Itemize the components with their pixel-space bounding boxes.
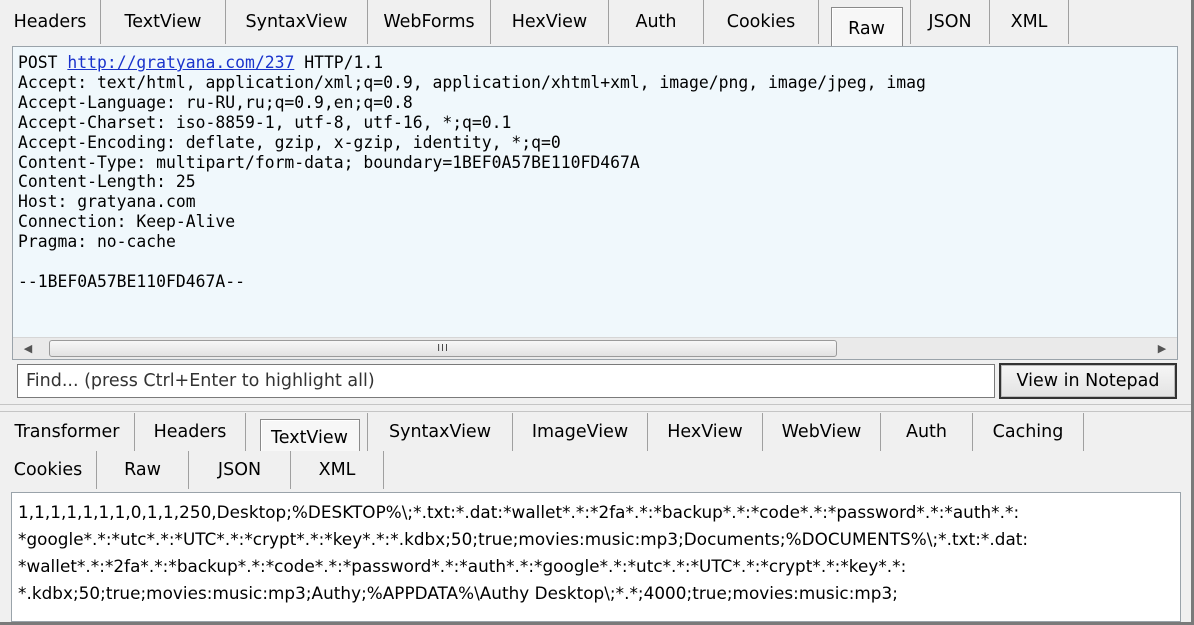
tab-response-raw[interactable]: Raw bbox=[97, 451, 189, 489]
tab-raw-wrapper: Raw bbox=[819, 0, 911, 51]
view-in-notepad-button[interactable]: View in Notepad bbox=[999, 363, 1177, 399]
tab-response-imageview[interactable]: ImageView bbox=[513, 413, 648, 451]
tab-response-xml[interactable]: XML bbox=[291, 451, 384, 489]
response-tab-strip-row-1: Transformer Headers TextView SyntaxView … bbox=[0, 413, 1194, 457]
tab-response-caching[interactable]: Caching bbox=[973, 413, 1084, 451]
request-tab-strip: Headers TextView SyntaxView WebForms Hex… bbox=[0, 0, 1194, 51]
tab-response-textview-wrapper: TextView bbox=[246, 413, 368, 457]
tab-response-json[interactable]: JSON bbox=[189, 451, 291, 489]
tab-auth[interactable]: Auth bbox=[609, 0, 704, 44]
tab-response-auth[interactable]: Auth bbox=[881, 413, 973, 451]
header-line: Content-Length: 25 bbox=[18, 172, 196, 192]
header-line: Content-Type: multipart/form-data; bound… bbox=[18, 152, 640, 172]
header-line: Pragma: no-cache bbox=[18, 232, 176, 252]
tab-textview[interactable]: TextView bbox=[101, 0, 226, 44]
tab-response-webview[interactable]: WebView bbox=[763, 413, 881, 451]
request-url-link[interactable]: http://gratyana.com/237 bbox=[67, 53, 294, 72]
tab-hexview[interactable]: HexView bbox=[491, 0, 609, 44]
boundary-line: --1BEF0A57BE110FD467A-- bbox=[18, 271, 245, 291]
scrollbar-thumb[interactable]: III bbox=[49, 340, 837, 357]
tab-cookies[interactable]: Cookies bbox=[704, 0, 819, 44]
tab-syntaxview[interactable]: SyntaxView bbox=[226, 0, 368, 44]
tab-response-hexview[interactable]: HexView bbox=[648, 413, 763, 451]
tab-transformer[interactable]: Transformer bbox=[0, 413, 135, 451]
header-line: Accept: text/html, application/xml;q=0.9… bbox=[18, 72, 926, 92]
text-line: *wallet*.*:*2fa*.*:*backup*.*:*code*.*:*… bbox=[18, 556, 907, 576]
request-protocol: HTTP/1.1 bbox=[304, 53, 384, 72]
request-method: POST bbox=[18, 53, 58, 72]
pane-splitter[interactable] bbox=[0, 404, 1194, 412]
header-line: Accept-Charset: iso-8859-1, utf-8, utf-1… bbox=[18, 112, 512, 132]
scroll-right-arrow-icon[interactable]: ▶ bbox=[1151, 338, 1173, 359]
response-tab-strip-row-2: Cookies Raw JSON XML bbox=[0, 451, 1194, 489]
tab-json[interactable]: JSON bbox=[911, 0, 990, 44]
text-line: 1,1,1,1,1,1,1,0,1,1,250,Desktop;%DESKTOP… bbox=[18, 502, 1020, 522]
scroll-left-arrow-icon[interactable]: ◀ bbox=[17, 338, 39, 359]
header-line: Connection: Keep-Alive bbox=[18, 212, 236, 232]
text-line: *google*.*:*utc*.*:*UTC*.*:*crypt*.*:*ke… bbox=[18, 529, 1029, 549]
tab-response-syntaxview[interactable]: SyntaxView bbox=[368, 413, 513, 451]
header-line: Accept-Language: ru-RU,ru;q=0.9,en;q=0.8 bbox=[18, 92, 413, 112]
response-body-text: 1,1,1,1,1,1,1,0,1,1,250,Desktop;%DESKTOP… bbox=[18, 499, 1028, 607]
tab-raw[interactable]: Raw bbox=[830, 7, 903, 51]
scrollbar-grip: III bbox=[437, 343, 449, 354]
find-input[interactable] bbox=[17, 364, 995, 398]
tab-headers[interactable]: Headers bbox=[0, 0, 101, 44]
tab-response-headers[interactable]: Headers bbox=[135, 413, 246, 451]
tab-webforms[interactable]: WebForms bbox=[368, 0, 491, 44]
raw-request-pane[interactable]: POST http://gratyana.com/237 HTTP/1.1 Ac… bbox=[12, 46, 1178, 360]
tab-xml[interactable]: XML bbox=[990, 0, 1069, 44]
request-line: POST http://gratyana.com/237 HTTP/1.1 bbox=[18, 53, 383, 72]
raw-request-text: POST http://gratyana.com/237 HTTP/1.1 Ac… bbox=[18, 53, 926, 292]
response-textview-pane[interactable]: 1,1,1,1,1,1,1,0,1,1,250,Desktop;%DESKTOP… bbox=[11, 492, 1181, 622]
tab-response-cookies[interactable]: Cookies bbox=[0, 451, 97, 489]
header-line: Host: gratyana.com bbox=[18, 192, 196, 212]
text-line: *.kdbx;50;true;movies:music:mp3;Authy;%A… bbox=[18, 583, 898, 603]
horizontal-scrollbar[interactable]: ◀ III ▶ bbox=[13, 337, 1177, 359]
header-line: Accept-Encoding: deflate, gzip, x-gzip, … bbox=[18, 132, 561, 152]
